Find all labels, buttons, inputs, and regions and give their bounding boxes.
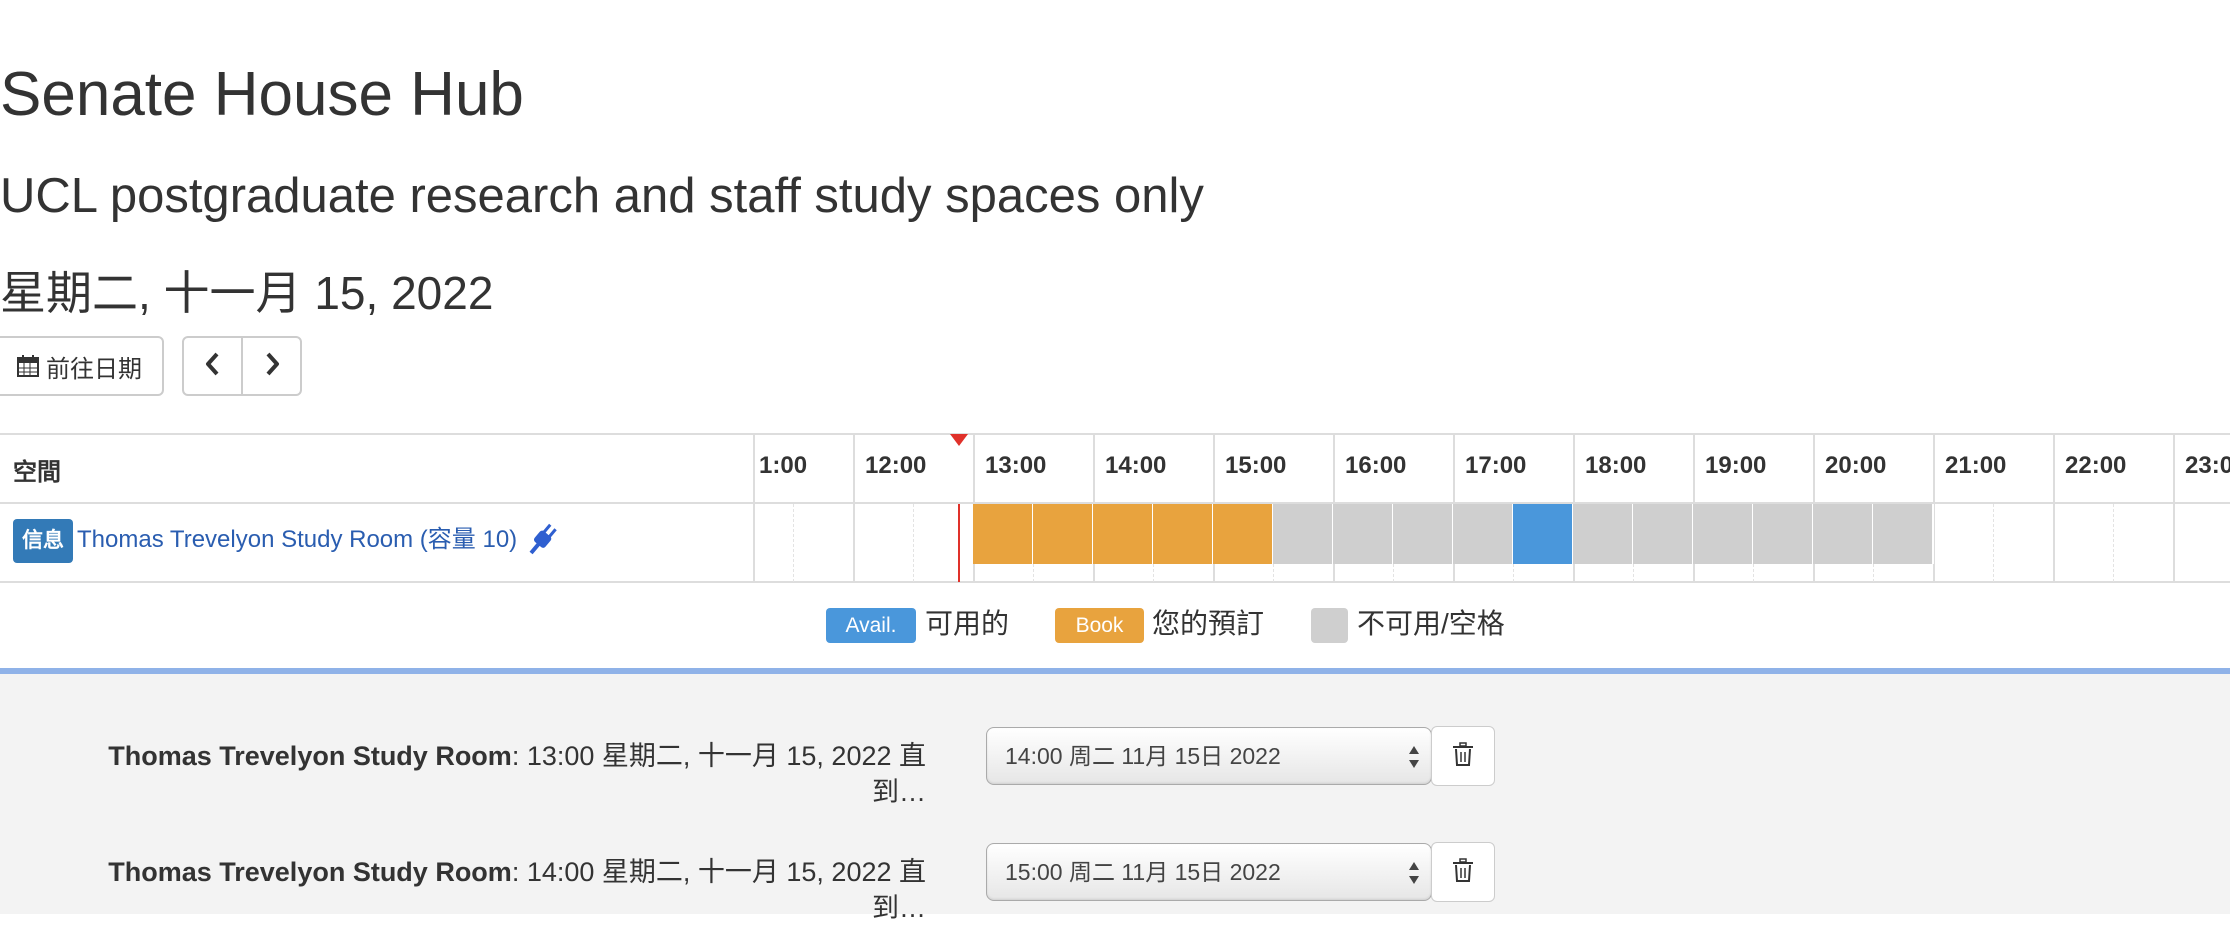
goto-date-button[interactable]: 前往日期 bbox=[0, 336, 164, 396]
legend-available-text: 可用的 bbox=[925, 608, 1010, 639]
timeslot-booked[interactable] bbox=[1213, 504, 1273, 564]
delete-booking-button[interactable] bbox=[1431, 726, 1495, 786]
timeslot-booked[interactable] bbox=[1033, 504, 1093, 564]
page-title: Senate House Hub bbox=[0, 60, 524, 129]
timeslot-unavailable bbox=[1873, 504, 1933, 564]
hour-gridline bbox=[2053, 434, 2055, 582]
timeslot-unavailable bbox=[1753, 504, 1813, 564]
trash-icon bbox=[1452, 857, 1474, 887]
timeslot-unavailable bbox=[1573, 504, 1633, 564]
space-column-header: 空間 bbox=[13, 459, 61, 486]
current-time-marker bbox=[950, 434, 968, 446]
timeslot-unavailable bbox=[1333, 504, 1393, 564]
basket-item-room: Thomas Trevelyon Study Room bbox=[108, 857, 512, 887]
legend-unavailable-chip bbox=[1311, 608, 1348, 643]
booking-basket: Thomas Trevelyon Study Room: 13:00 星期二, … bbox=[0, 668, 2230, 923]
space-column-divider bbox=[753, 433, 755, 583]
legend-booked-chip: Book bbox=[1055, 608, 1144, 643]
end-time-value: 14:00 周二 11月 15日 2022 bbox=[1005, 743, 1281, 769]
power-plug-icon bbox=[524, 520, 560, 560]
timeslot-unavailable bbox=[1393, 504, 1453, 564]
end-time-value: 15:00 周二 11月 15日 2022 bbox=[1005, 859, 1281, 885]
basket-item-room: Thomas Trevelyon Study Room bbox=[108, 741, 512, 771]
basket-item-description: Thomas Trevelyon Study Room: 14:00 星期二, … bbox=[70, 854, 926, 926]
timeslot-unavailable bbox=[1693, 504, 1753, 564]
delete-booking-button[interactable] bbox=[1431, 842, 1495, 902]
half-hour-gridline bbox=[1993, 504, 1994, 582]
chevron-right-icon bbox=[262, 351, 282, 382]
basket-item-start: : 14:00 星期二, 十一月 15, 2022 直到… bbox=[511, 857, 926, 923]
timeslot-unavailable bbox=[1273, 504, 1333, 564]
date-heading: 星期二, 十一月 15, 2022 bbox=[0, 267, 494, 319]
half-hour-gridline bbox=[913, 504, 914, 582]
timeslot-booked[interactable] bbox=[973, 504, 1033, 564]
trash-icon bbox=[1452, 741, 1474, 771]
hour-gridline bbox=[853, 434, 855, 582]
room-name-link[interactable]: Thomas Trevelyon Study Room (容量 10) bbox=[77, 524, 517, 556]
select-arrows-icon bbox=[1409, 746, 1419, 768]
chevron-left-icon bbox=[203, 351, 223, 382]
legend-unavailable-text: 不可用/空格 bbox=[1357, 608, 1505, 639]
timeslot-unavailable bbox=[1453, 504, 1513, 564]
half-hour-gridline bbox=[2113, 504, 2114, 582]
date-nav-group bbox=[182, 336, 302, 396]
legend-booked-text: 您的預訂 bbox=[1152, 608, 1265, 639]
timeslot-booked[interactable] bbox=[1093, 504, 1153, 564]
legend-available-chip: Avail. bbox=[826, 608, 916, 643]
prev-day-button[interactable] bbox=[182, 336, 243, 396]
timeslot-available[interactable] bbox=[1513, 504, 1573, 564]
timeslot-unavailable bbox=[1813, 504, 1873, 564]
hour-gridline bbox=[2173, 434, 2175, 582]
calendar-icon bbox=[16, 354, 40, 378]
select-arrows-icon bbox=[1409, 862, 1419, 884]
end-time-select[interactable]: 14:00 周二 11月 15日 2022 bbox=[986, 727, 1432, 785]
current-time-line bbox=[958, 504, 960, 582]
basket-item-description: Thomas Trevelyon Study Room: 13:00 星期二, … bbox=[70, 738, 926, 810]
end-time-select[interactable]: 15:00 周二 11月 15日 2022 bbox=[986, 843, 1432, 901]
half-hour-gridline bbox=[793, 504, 794, 582]
basket-item-start: : 13:00 星期二, 十一月 15, 2022 直到… bbox=[511, 741, 926, 807]
timeline bbox=[757, 434, 2230, 582]
timeslot-booked[interactable] bbox=[1153, 504, 1213, 564]
timeslot-unavailable bbox=[1633, 504, 1693, 564]
next-day-button[interactable] bbox=[241, 336, 302, 396]
goto-date-label: 前往日期 bbox=[46, 355, 142, 383]
timeslot-separator bbox=[1932, 504, 1934, 564]
page-subtitle: UCL postgraduate research and staff stud… bbox=[0, 169, 1204, 223]
room-info-button[interactable]: 信息 bbox=[13, 519, 73, 563]
